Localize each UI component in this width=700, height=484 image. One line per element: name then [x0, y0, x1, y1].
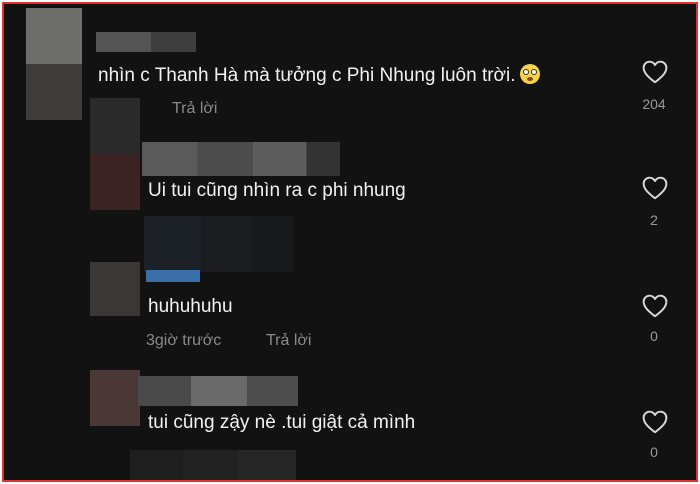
blurred-strip [146, 270, 200, 282]
heart-icon [642, 410, 668, 434]
reply-button[interactable]: Trả lời [266, 332, 311, 350]
comment-text: tui cũng zậy nè .tui giật cả mình [148, 412, 416, 433]
time-reply-blurred [144, 216, 294, 272]
comment-text: Ui tui cũng nhìn ra c phi nhung [148, 180, 406, 201]
heart-icon [642, 176, 668, 200]
like-count: 204 [642, 96, 666, 112]
comment-panel: nhìn c Thanh Hà mà tưởng c Phi Nhung luô… [2, 2, 698, 482]
comment-text: huhuhuhu [148, 296, 233, 317]
like-button[interactable] [640, 60, 670, 84]
like-button[interactable] [640, 294, 670, 318]
like-button[interactable] [640, 410, 670, 434]
like-button[interactable] [640, 176, 670, 200]
like-count: 0 [650, 328, 658, 344]
flushed-face-emoji [519, 64, 540, 84]
comment-time: 3giờ trước [146, 332, 222, 349]
heart-icon [642, 60, 668, 84]
avatar-blurred[interactable] [90, 98, 140, 210]
username-blurred[interactable] [138, 376, 298, 406]
heart-icon [642, 294, 668, 318]
username-blurred[interactable] [96, 32, 196, 52]
username-blurred[interactable] [142, 142, 340, 176]
reply-button[interactable]: Trả lời [172, 100, 217, 118]
avatar-blurred[interactable] [90, 262, 140, 316]
avatar-blurred[interactable] [26, 8, 82, 120]
like-count: 2 [650, 212, 658, 228]
avatar-blurred[interactable] [90, 370, 140, 426]
like-count: 0 [650, 444, 658, 460]
comment-text: nhìn c Thanh Hà mà tưởng c Phi Nhung luô… [98, 64, 540, 87]
time-reply-blurred [130, 450, 296, 480]
